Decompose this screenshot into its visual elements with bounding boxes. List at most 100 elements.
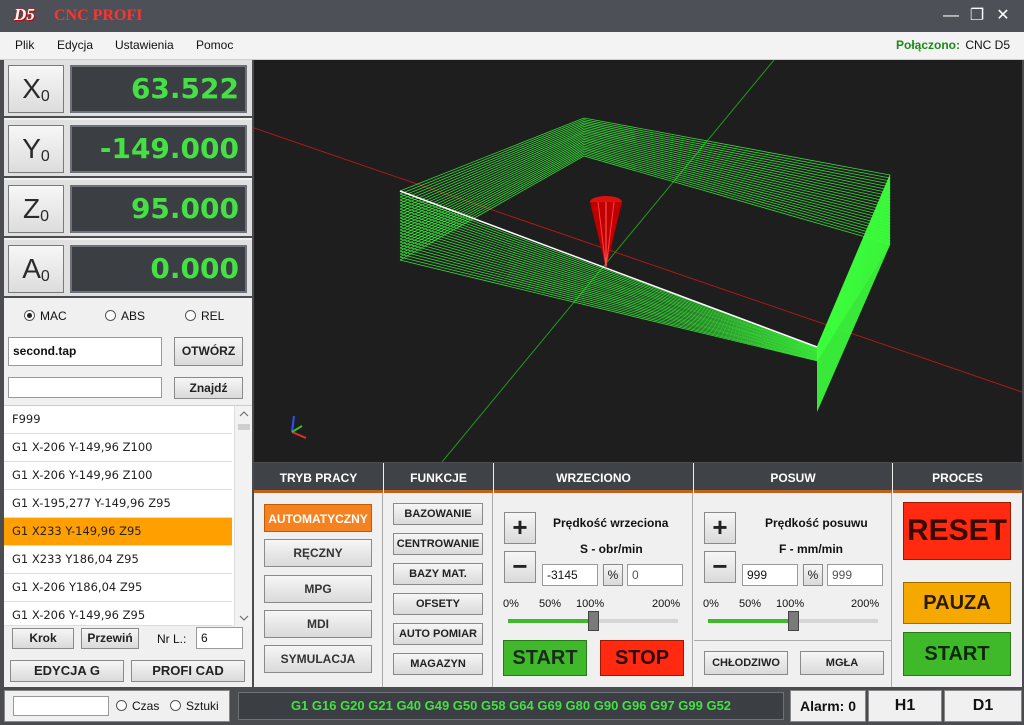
h-offset-indicator: H1 xyxy=(868,690,942,722)
spindle-slider-thumb[interactable] xyxy=(588,611,599,631)
program-scrollbar[interactable] xyxy=(234,406,252,626)
reset-button[interactable]: RESET xyxy=(903,502,1011,560)
radio-abs[interactable]: ABS xyxy=(105,309,145,323)
toolpath-layer xyxy=(399,122,891,349)
program-line[interactable]: G1 X-206 Y-149,96 Z95 xyxy=(4,602,232,626)
section-funkcje-title: FUNKCJE xyxy=(384,463,493,493)
proces-start-button[interactable]: START xyxy=(903,632,1011,676)
menu-pomoc[interactable]: Pomoc xyxy=(196,38,233,52)
section-proces-title: PROCES xyxy=(893,463,1022,493)
zero-a-button[interactable]: A0 xyxy=(8,245,64,293)
toolpath-viewport[interactable] xyxy=(254,60,1022,462)
auto-pomiar-button[interactable]: AUTO POMIAR xyxy=(393,623,483,645)
feed-speed-input[interactable]: 999 xyxy=(742,564,798,586)
zero-z-button[interactable]: Z0 xyxy=(8,185,64,233)
section-wrzeciono: + − Prędkość wrzeciona S - obr/min -3145… xyxy=(494,493,693,687)
program-line[interactable]: G1 X-206 Y-149,96 Z100 xyxy=(4,462,232,490)
line-number-input[interactable]: 6 xyxy=(196,627,243,649)
pauza-button[interactable]: PAUZA xyxy=(903,582,1011,624)
spindle-tick-200: 200% xyxy=(652,598,681,610)
mode-symulacja-button[interactable]: SYMULACJA xyxy=(264,645,372,673)
line-number-label: Nr L.: xyxy=(157,632,187,646)
minimize-icon[interactable]: — xyxy=(938,4,964,28)
toolpath-layer xyxy=(399,148,891,359)
section-proces: RESET PAUZA START xyxy=(893,493,1022,687)
radio-sztuki[interactable]: Sztuki xyxy=(170,699,219,713)
program-line[interactable]: G1 X-195,277 Y-149,96 Z95 xyxy=(4,490,232,518)
centrowanie-button[interactable]: CENTROWANIE xyxy=(393,533,483,555)
find-button[interactable]: Znajdź xyxy=(174,377,243,399)
magazyn-button[interactable]: MAGAZYN xyxy=(393,653,483,675)
mgla-button[interactable]: MGŁA xyxy=(800,651,884,675)
file-name-field[interactable]: second.tap xyxy=(8,337,162,366)
spindle-slider[interactable] xyxy=(508,611,678,631)
mode-mpg-button[interactable]: MPG xyxy=(264,575,372,603)
zero-y-button[interactable]: Y0 xyxy=(8,125,64,173)
toolpath-layer xyxy=(399,150,891,360)
app-logo: D5 xyxy=(14,5,35,24)
radio-rel[interactable]: REL xyxy=(185,309,224,323)
spindle-minus-button[interactable]: − xyxy=(504,551,536,583)
mode-mdi-button[interactable]: MDI xyxy=(264,610,372,638)
program-line-selected[interactable]: G1 X233 Y-149,96 Z95 xyxy=(4,518,232,546)
feed-override-input[interactable]: 999 xyxy=(827,564,883,586)
axis-row-y: Y0 -149.000 xyxy=(4,120,252,178)
toolpath-layer-front xyxy=(399,253,818,360)
alarm-indicator: Alarm: 0 xyxy=(790,690,866,722)
mode-automatyczny-button[interactable]: AUTOMATYCZNY xyxy=(264,504,372,532)
program-line[interactable]: G1 X-206 Y-149,96 Z100 xyxy=(4,434,232,462)
ofsety-button[interactable]: OFSETY xyxy=(393,593,483,615)
toolpath-layer-front xyxy=(399,244,818,359)
spindle-plus-button[interactable]: + xyxy=(504,512,536,544)
bazowanie-button[interactable]: BAZOWANIE xyxy=(393,503,483,525)
mode-reczny-button[interactable]: RĘCZNY xyxy=(264,539,372,567)
program-line[interactable]: G1 X233 Y186,04 Z95 xyxy=(4,546,232,574)
feed-slider-thumb[interactable] xyxy=(788,611,799,631)
edycja-g-button[interactable]: EDYCJA G xyxy=(10,660,124,682)
spindle-start-button[interactable]: START xyxy=(503,640,587,676)
przewin-button[interactable]: Przewiń xyxy=(81,628,139,649)
open-file-button[interactable]: OTWÓRZ xyxy=(174,337,243,366)
status-bar: Czas Sztuki G1 G16 G20 G21 G40 G49 G50 G… xyxy=(0,687,1024,725)
program-line[interactable]: F999 xyxy=(4,406,232,434)
feed-plus-button[interactable]: + xyxy=(704,512,736,544)
spindle-stop-button[interactable]: STOP xyxy=(600,640,684,676)
feed-minus-button[interactable]: − xyxy=(704,551,736,583)
spindle-speed-input[interactable]: -3145 xyxy=(542,564,598,586)
section-funkcje: BAZOWANIE CENTROWANIE BAZY MAT. OFSETY A… xyxy=(384,493,493,687)
maximize-icon[interactable]: ❐ xyxy=(964,4,990,28)
toolpath-layer-front xyxy=(399,247,818,359)
y-readout: -149.000 xyxy=(70,125,247,173)
program-list[interactable]: F999 G1 X-206 Y-149,96 Z100 G1 X-206 Y-1… xyxy=(4,405,252,626)
spindle-slider-fill xyxy=(508,619,593,623)
menu-plik[interactable]: Plik xyxy=(15,38,34,52)
radio-mac[interactable]: MAC xyxy=(24,309,67,323)
menu-edycja[interactable]: Edycja xyxy=(57,38,93,52)
connection-value: CNC D5 xyxy=(965,38,1010,52)
search-input[interactable] xyxy=(8,377,162,398)
feed-percent-button[interactable]: % xyxy=(803,564,823,586)
tool-cone xyxy=(590,196,622,269)
radio-rel-dot xyxy=(185,310,196,321)
chlodziwo-button[interactable]: CHŁODZIWO xyxy=(704,651,788,675)
radio-czas-dot xyxy=(116,700,127,711)
toolpath-layer xyxy=(399,134,891,354)
close-icon[interactable]: ✕ xyxy=(990,4,1016,28)
krok-button[interactable]: Krok xyxy=(12,628,74,649)
spindle-override-input[interactable]: 0 xyxy=(627,564,683,586)
toolpath-3d-view xyxy=(254,60,1022,462)
profi-cad-button[interactable]: PROFI CAD xyxy=(131,660,245,682)
section-tryb-title: TRYB PRACY xyxy=(254,463,383,493)
axis-row-a: A0 0.000 xyxy=(4,240,252,298)
time-display xyxy=(13,696,109,716)
zero-x-button[interactable]: X0 xyxy=(8,65,64,113)
feed-slider[interactable] xyxy=(708,611,878,631)
spindle-percent-button[interactable]: % xyxy=(603,564,623,586)
radio-czas[interactable]: Czas xyxy=(116,699,159,713)
program-line[interactable]: G1 X-206 Y186,04 Z95 xyxy=(4,574,232,602)
bazy-mat-button[interactable]: BAZY MAT. xyxy=(393,563,483,585)
app-title: CNC PROFI xyxy=(54,7,143,24)
menu-ustawienia[interactable]: Ustawienia xyxy=(115,38,174,52)
axis-row-x: X0 63.522 xyxy=(4,60,252,118)
title-bar: D5 CNC PROFI — ❐ ✕ xyxy=(0,0,1024,32)
